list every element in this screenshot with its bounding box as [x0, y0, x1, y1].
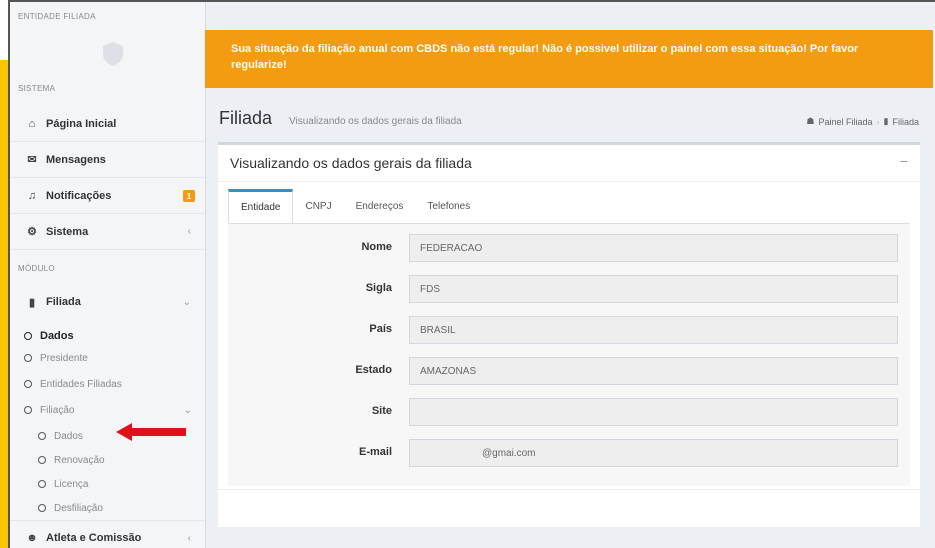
submenu-label: Renovação: [54, 454, 105, 466]
notification-badge: 1: [183, 190, 195, 202]
nome-field[interactable]: FEDERACAO: [409, 234, 898, 262]
circle-icon: [24, 406, 32, 414]
circle-icon: [38, 432, 46, 440]
estado-field[interactable]: AMAZONAS: [409, 357, 898, 385]
details-box: Visualizando os dados gerais da filiada …: [218, 142, 920, 527]
bell-icon: ♫: [27, 189, 37, 202]
submenu-presidente[interactable]: Presidente: [24, 348, 88, 368]
sidebar-item-filiada[interactable]: ▮ Filiada ⌄: [10, 284, 205, 320]
sidebar-item-home[interactable]: ⌂ Página Inicial: [10, 106, 205, 142]
site-label: Site: [371, 405, 392, 417]
breadcrumb-link[interactable]: Painel Filiada: [819, 117, 873, 127]
sidebar-item-notifications[interactable]: ♫ Notificações 1: [10, 178, 205, 214]
sidebar: ENTIDADE FILIADA SISTEMA ⌂ Página Inicia…: [10, 2, 206, 548]
envelope-icon: ✉: [27, 154, 37, 166]
submenu-label: Desfiliação: [54, 502, 103, 514]
system-header: SISTEMA: [18, 84, 56, 93]
submenu-filiacao[interactable]: Filiação ⌄: [24, 400, 206, 420]
chevron-left-icon: ‹: [187, 226, 191, 237]
content-header: Filiada Visualizando os dados gerais da …: [205, 96, 933, 140]
home-icon: ⌂: [28, 117, 36, 130]
submenu-label: Dados: [54, 430, 83, 442]
tab-enderecos[interactable]: Endereços: [344, 189, 416, 223]
sigla-field[interactable]: FDS: [409, 275, 898, 303]
sidebar-item-system[interactable]: ⚙ Sistema ‹: [10, 214, 205, 250]
red-arrow-icon: [116, 423, 186, 441]
circle-icon: [24, 380, 32, 388]
breadcrumb: ☗ Painel Filiada › ▮ Filiada: [806, 116, 919, 127]
module-header: MÓDULO: [18, 264, 55, 273]
submenu-label: Presidente: [40, 352, 88, 364]
book-icon: ▮: [28, 296, 36, 309]
chevron-left-icon: ‹: [187, 532, 191, 544]
sidebar-item-label: Página Inicial: [46, 117, 117, 130]
pais-field[interactable]: BRASIL: [409, 316, 898, 344]
submenu-filiacao-renovacao[interactable]: Renovação: [38, 450, 105, 470]
chevron-down-icon: ⌄: [182, 296, 191, 308]
submenu-label: Licença: [54, 478, 89, 490]
submenu-entidades-filiadas[interactable]: Entidades Filiadas: [24, 374, 122, 394]
nome-label: Nome: [361, 241, 392, 253]
frame-accent-left: [0, 60, 8, 548]
box-title: Visualizando os dados gerais da filiada: [230, 155, 472, 171]
email-label: E-mail: [358, 446, 392, 458]
breadcrumb-separator: ›: [876, 116, 880, 127]
tab-panel-entidade: Nome FEDERACAO Sigla FDS País BRASIL Est…: [228, 223, 910, 486]
minimize-button[interactable]: −: [900, 153, 908, 169]
book-icon: ▮: [883, 116, 889, 126]
cogs-icon: ⚙: [27, 226, 37, 238]
sidebar-item-label: Notificações: [46, 189, 112, 202]
submenu-filiacao-dados[interactable]: Dados: [38, 426, 83, 446]
sidebar-item-label: Sistema: [46, 225, 89, 238]
submenu-filiacao-desfiliacao[interactable]: Desfiliação: [38, 498, 103, 518]
sidebar-item-messages[interactable]: ✉ Mensagens: [10, 142, 205, 178]
sidebar-item-label: Atleta e Comissão: [46, 532, 142, 544]
shield-icon: [103, 42, 123, 66]
chevron-down-icon: ⌄: [183, 404, 192, 416]
estado-label: Estado: [355, 364, 392, 376]
divider: [218, 181, 920, 182]
box-footer-divider: [218, 489, 920, 490]
sigla-label: Sigla: [365, 282, 392, 294]
circle-icon: [38, 504, 46, 512]
sidebar-item-label: Mensagens: [46, 153, 106, 166]
pais-label: País: [369, 323, 392, 335]
status-alert: Sua situação da filiação anual com CBDS …: [205, 30, 933, 88]
page-title: Filiada: [219, 108, 273, 128]
users-icon: ☻: [26, 532, 38, 544]
email-field[interactable]: @gmai.com: [409, 439, 898, 467]
tab-cnpj[interactable]: CNPJ: [293, 189, 343, 223]
submenu-label: Dados: [40, 330, 74, 342]
tab-entidade[interactable]: Entidade: [228, 189, 294, 223]
circle-icon: [24, 332, 32, 340]
submenu-dados[interactable]: Dados: [24, 326, 74, 346]
page-subtitle: Visualizando os dados gerais da filiada: [289, 116, 462, 127]
submenu-filiacao-licenca[interactable]: Licença: [38, 474, 88, 494]
circle-icon: [38, 480, 46, 488]
entity-header: ENTIDADE FILIADA: [18, 12, 96, 21]
sidebar-item-label: Filiada: [46, 296, 81, 308]
sidebar-item-atleta-comissao[interactable]: ☻ Atleta e Comissão ‹: [10, 520, 205, 548]
tab-bar: Entidade CNPJ Endereços Telefones: [228, 189, 482, 223]
dashboard-icon: ☗: [806, 116, 815, 126]
site-field[interactable]: [409, 398, 898, 426]
breadcrumb-current: Filiada: [892, 116, 919, 127]
submenu-label: Entidades Filiadas: [40, 378, 122, 390]
submenu-label: Filiação: [40, 404, 75, 416]
circle-icon: [24, 354, 32, 362]
circle-icon: [38, 456, 46, 464]
tab-telefones[interactable]: Telefones: [415, 189, 482, 223]
